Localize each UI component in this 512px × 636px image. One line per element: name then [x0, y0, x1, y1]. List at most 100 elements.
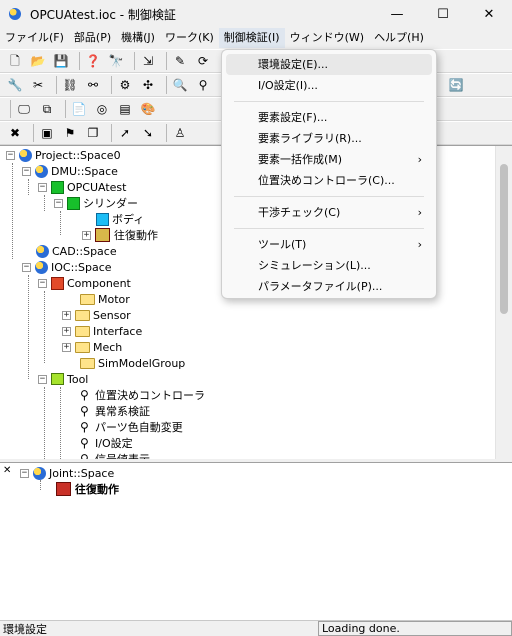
arrow-left-icon[interactable]: ➘: [139, 124, 157, 142]
tree-node-label: CAD::Space: [52, 244, 117, 258]
flag-icon[interactable]: ⚑: [61, 124, 79, 142]
tree-node-sensor[interactable]: + Sensor: [62, 307, 131, 323]
cut-tool-icon[interactable]: ✂: [29, 76, 47, 94]
menu-item-label: シミュレーション(L)...: [258, 259, 371, 272]
menu-work[interactable]: ワーク(K): [160, 28, 219, 48]
menu-help[interactable]: ヘルプ(H): [369, 28, 429, 48]
expand-icon[interactable]: +: [82, 230, 91, 240]
menu-item-12[interactable]: パラメータファイル(P)...: [226, 276, 432, 297]
tree-node-parts-color-auto[interactable]: ⚲ パーツ色自動変更: [80, 419, 183, 435]
tree-node-mech[interactable]: + Mech: [62, 339, 122, 355]
tree-node-motor[interactable]: Motor: [80, 291, 130, 307]
window-icon[interactable]: ❐: [84, 124, 102, 142]
minimize-button[interactable]: —: [374, 0, 420, 28]
maximize-button[interactable]: ☐: [420, 0, 466, 28]
sensor-tool-icon[interactable]: ⚲: [194, 76, 212, 94]
globe-icon: [19, 148, 32, 162]
delete-tool-icon[interactable]: ✖: [6, 124, 24, 142]
globe-icon: [35, 260, 48, 274]
menu-mechanism[interactable]: 機構(J): [116, 28, 160, 48]
menu-parts[interactable]: 部品(P): [69, 28, 116, 48]
expand-icon[interactable]: +: [62, 342, 71, 352]
link-icon[interactable]: ⛓: [61, 76, 79, 94]
arrow-right-icon[interactable]: ➚: [116, 124, 134, 142]
layers-icon[interactable]: ⧉: [38, 100, 56, 118]
mech-tool-icon[interactable]: ⚙: [116, 76, 134, 94]
menu-item-3[interactable]: 要素設定(F)...: [226, 107, 432, 128]
menu-item-6[interactable]: 位置決めコントローラ(C)...: [226, 170, 432, 191]
tree-node-component[interactable]: − Component: [38, 275, 131, 291]
tree-node-tool[interactable]: − Tool: [38, 371, 88, 387]
tree-node-anomaly-verification[interactable]: ⚲ 異常系検証: [80, 403, 150, 419]
collapse-icon[interactable]: −: [38, 374, 47, 384]
tree-node-signal-value-display[interactable]: ⚲ 信号値表示: [80, 451, 150, 460]
menu-window[interactable]: ウィンドウ(W): [285, 28, 369, 48]
help-pointer-icon[interactable]: ❓: [84, 52, 102, 70]
menu-item-label: I/O設定(I)...: [258, 79, 318, 92]
menu-item-0[interactable]: 環境設定(E)...: [226, 54, 432, 75]
tree-node-cylinder[interactable]: − シリンダー: [54, 195, 138, 211]
submenu-arrow-icon: ›: [417, 153, 422, 166]
unlink-icon[interactable]: ⚯: [84, 76, 102, 94]
collapse-icon[interactable]: −: [6, 150, 15, 160]
menu-item-1[interactable]: I/O設定(I)...: [226, 75, 432, 96]
tree-node-opcuatest[interactable]: − OPCUAtest: [38, 179, 126, 195]
refresh-icon[interactable]: ⟳: [194, 52, 212, 70]
user-tool-icon[interactable]: ♙: [171, 124, 189, 142]
tree-node-joint-space[interactable]: − Joint::Space: [20, 465, 114, 481]
tree-vertical-scrollbar[interactable]: [495, 146, 512, 459]
wrench-icon[interactable]: 🔧: [6, 76, 24, 94]
menu-separator: [234, 101, 424, 102]
menu-item-11[interactable]: シミュレーション(L)...: [226, 255, 432, 276]
pane-close-icon[interactable]: ✕: [3, 465, 11, 476]
tree-node-positioning-controller[interactable]: ⚲ 位置決めコントローラ: [80, 387, 205, 403]
edit-icon[interactable]: ✎: [171, 52, 189, 70]
collapse-icon[interactable]: −: [54, 198, 63, 208]
menu-control-verification[interactable]: 制御検証(I): [218, 28, 285, 48]
expand-icon[interactable]: +: [62, 310, 71, 320]
collapse-icon[interactable]: −: [22, 262, 31, 272]
collapse-icon[interactable]: −: [38, 278, 47, 288]
collapse-icon[interactable]: −: [20, 468, 29, 478]
tree-node-label: Component: [67, 276, 131, 290]
status-left-text: 環境設定: [3, 622, 47, 636]
open-folder-icon[interactable]: 📂: [29, 52, 47, 70]
collapse-icon[interactable]: −: [38, 182, 47, 192]
window-title: OPCUAtest.ioc - 制御検証: [30, 7, 176, 22]
expand-icon[interactable]: +: [62, 326, 71, 336]
menu-item-8[interactable]: 干渉チェック(C) ›: [226, 202, 432, 223]
new-file-icon[interactable]: 🗋: [6, 52, 24, 70]
probe-icon: ⚲: [80, 419, 89, 434]
tree-node-project[interactable]: − Project::Space0: [6, 147, 121, 163]
paint-icon[interactable]: 🎨: [139, 100, 157, 118]
axis-tool-icon[interactable]: ✣: [139, 76, 157, 94]
collapse-icon[interactable]: −: [22, 166, 31, 176]
save-icon[interactable]: 💾: [52, 52, 70, 70]
grid-icon[interactable]: ▤: [116, 100, 134, 118]
scrollbar-thumb[interactable]: [500, 164, 508, 314]
binoculars-icon[interactable]: 🔭: [107, 52, 125, 70]
monitor-icon[interactable]: 🖵: [15, 100, 33, 118]
probe-tool-icon[interactable]: 🔍: [171, 76, 189, 94]
close-button[interactable]: ✕: [466, 0, 512, 28]
tree-node-io-settings[interactable]: ⚲ I/O設定: [80, 435, 133, 451]
menu-item-5[interactable]: 要素一括作成(M) ›: [226, 149, 432, 170]
tree-node-body[interactable]: ボディ: [96, 211, 144, 227]
probe-icon: ⚲: [80, 387, 89, 402]
menu-item-10[interactable]: ツール(T) ›: [226, 234, 432, 255]
tree-node-reciprocating[interactable]: + 往復動作: [82, 227, 158, 243]
cycle-icon[interactable]: 🔄: [447, 76, 465, 94]
target-icon[interactable]: ◎: [93, 100, 111, 118]
cyan-block-icon: [96, 212, 109, 226]
import-icon[interactable]: ⇲: [139, 52, 157, 70]
document-icon[interactable]: 📄: [70, 100, 88, 118]
block-icon[interactable]: ▣: [38, 124, 56, 142]
tree-node-ioc-space[interactable]: − IOC::Space: [22, 259, 112, 275]
tree-node-dmu-space[interactable]: − DMU::Space: [22, 163, 118, 179]
menu-item-4[interactable]: 要素ライブラリ(R)...: [226, 128, 432, 149]
tree-node-cad-space[interactable]: CAD::Space: [36, 243, 117, 259]
tree-node-simmodelgroup[interactable]: SimModelGroup: [80, 355, 185, 371]
menu-file[interactable]: ファイル(F): [0, 28, 69, 48]
tree-node-reciprocating-joint[interactable]: 往復動作: [56, 481, 119, 497]
tree-node-interface[interactable]: + Interface: [62, 323, 142, 339]
